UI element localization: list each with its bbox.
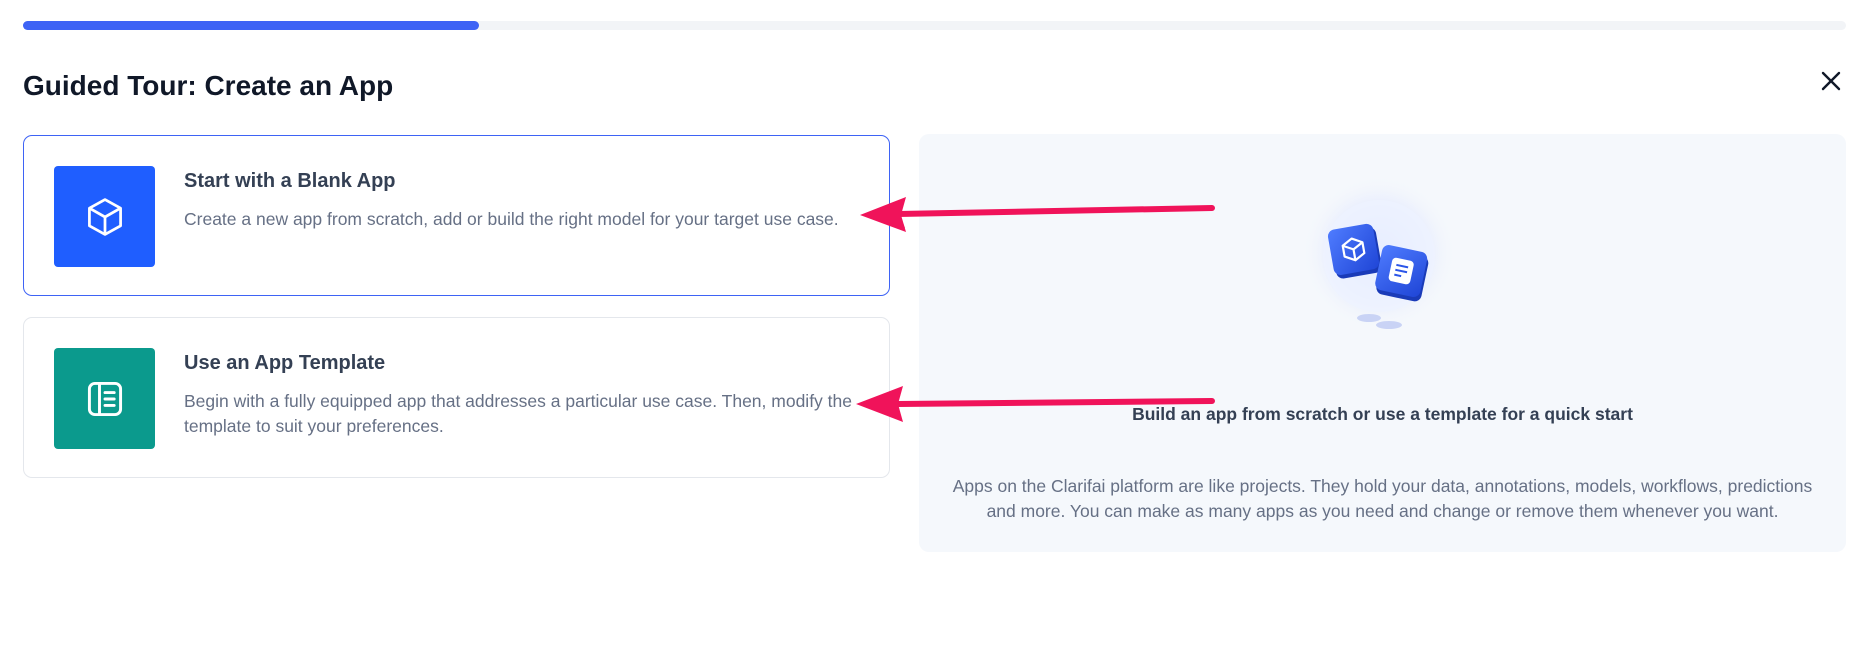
info-panel: Build an app from scratch or use a templ… <box>919 134 1846 552</box>
progress-bar-fill <box>23 21 479 30</box>
cube-icon <box>87 197 122 236</box>
blank-app-option[interactable]: Start with a Blank App Create a new app … <box>23 135 890 296</box>
close-button[interactable] <box>1816 66 1846 96</box>
info-body: Apps on the Clarifai platform are like p… <box>952 476 1813 521</box>
blank-app-description: Create a new app from scratch, add or bu… <box>184 209 839 229</box>
apps-illustration-icon <box>1301 178 1457 334</box>
template-icon <box>87 381 122 416</box>
app-template-description: Begin with a fully equipped app that add… <box>184 391 852 436</box>
blank-app-title: Start with a Blank App <box>184 170 396 192</box>
app-template-title: Use an App Template <box>184 352 386 374</box>
blank-app-icon-box <box>54 166 155 267</box>
page-title: Guided Tour: Create an App <box>23 70 394 101</box>
info-heading: Build an app from scratch or use a templ… <box>1132 404 1633 424</box>
app-template-option[interactable]: Use an App Template Begin with a fully e… <box>23 317 890 478</box>
close-icon <box>1821 71 1841 91</box>
progress-bar <box>23 21 1846 30</box>
app-template-icon-box <box>54 348 155 449</box>
